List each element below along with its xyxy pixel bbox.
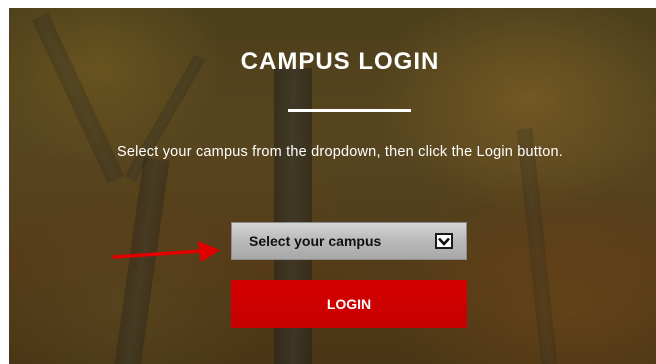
title-divider: [288, 109, 411, 112]
arrow-right-icon: [112, 241, 220, 262]
campus-select-value: Select your campus: [249, 233, 382, 249]
page-title: CAMPUS LOGIN: [240, 48, 440, 75]
login-button[interactable]: LOGIN: [231, 280, 467, 328]
campus-select[interactable]: Select your campus: [231, 222, 467, 260]
login-instructions: Select your campus from the dropdown, th…: [116, 144, 564, 160]
chevron-down-icon[interactable]: [435, 233, 453, 249]
